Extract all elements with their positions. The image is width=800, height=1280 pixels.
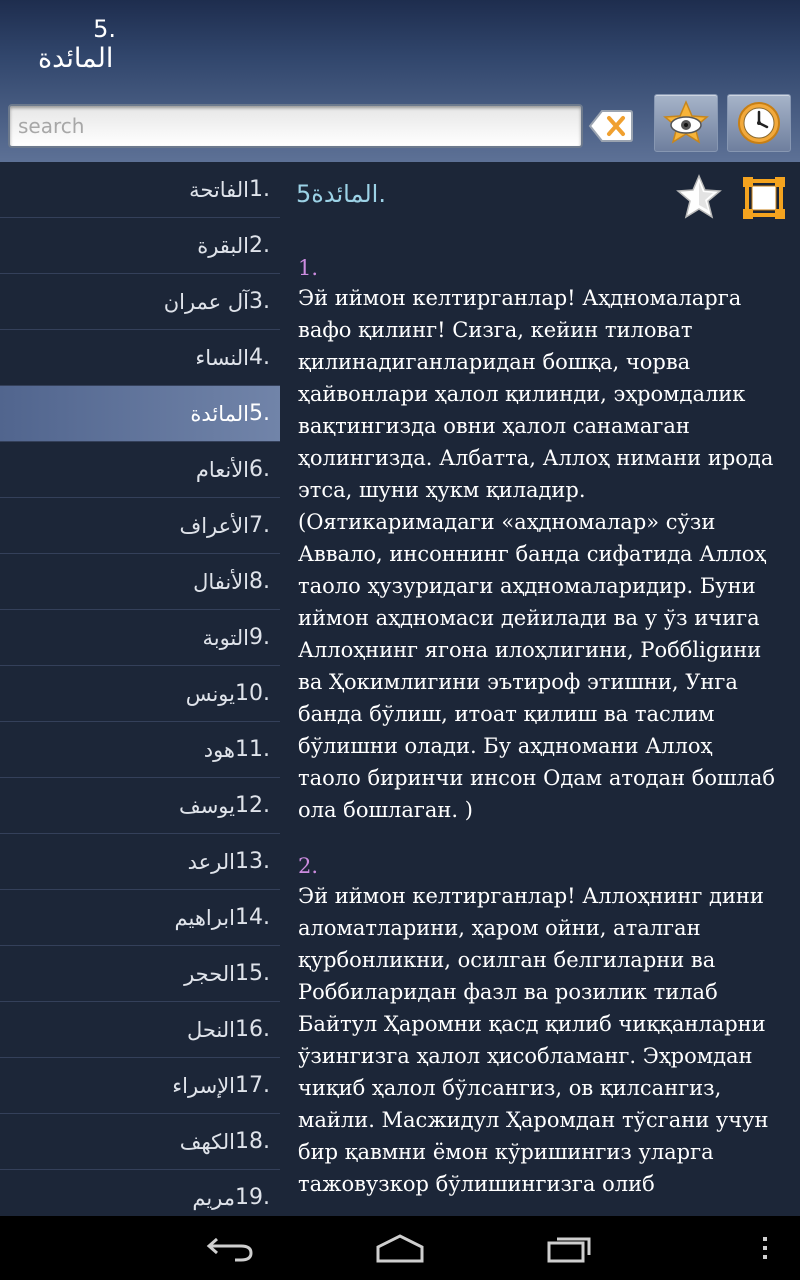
overflow-menu-button[interactable] [750,1230,780,1266]
surah-list-item[interactable]: مريم 19. [0,1170,280,1216]
verse-panel: المائدة5. 1. Эй иймон келтирганлар! Аҳдно… [280,162,800,1216]
surah-name: النساء [195,345,249,370]
surah-list-item[interactable]: التوبة 9. [0,610,280,666]
surah-number: 15. [235,961,270,986]
surah-number: 10. [235,681,270,706]
clock-icon [738,102,780,144]
surah-number: 8. [249,569,270,594]
recent-apps-button[interactable] [540,1230,600,1266]
surah-name: الكهف [179,1129,235,1154]
surah-list-item[interactable]: الحجر 15. [0,946,280,1002]
surah-list-item[interactable]: النحل 16. [0,1002,280,1058]
surah-name: الأنعام [195,457,249,482]
surah-list-item[interactable]: الرعد 13. [0,834,280,890]
surah-list-item[interactable]: الأنفال 8. [0,554,280,610]
verse-panel-surah-name: المائدة [311,180,379,208]
surah-name: ابراهيم [174,905,236,930]
backspace-clear-icon [588,110,633,142]
back-button[interactable] [200,1230,260,1266]
surah-number: 9. [249,625,270,650]
star-icon [676,174,722,219]
search-input[interactable] [8,104,583,148]
surah-number: 5. [249,401,270,426]
surah-name: آل عمران [163,289,249,314]
fullscreen-icon [743,177,785,219]
home-icon [376,1234,424,1263]
system-nav-bar [0,1216,800,1280]
surah-number: 7. [249,513,270,538]
surah-list-item[interactable]: النساء 4. [0,330,280,386]
surah-list-item[interactable]: ابراهيم 14. [0,890,280,946]
surah-name: البقرة [197,233,249,258]
surah-list-item[interactable]: الأعراف 7. [0,498,280,554]
history-button[interactable] [727,94,791,152]
surah-list-item[interactable]: المائدة 5. [0,386,280,442]
surah-number: 4. [249,345,270,370]
verse-number: 2. [298,854,319,878]
surah-name: المائدة [190,401,249,426]
surah-number: 13. [235,849,270,874]
surah-number: 11. [235,737,270,762]
surah-list[interactable]: الفاتحة 1. البقرة 2. آل عمران 3. النساء 4. المائ… [0,162,280,1216]
surah-list-item[interactable]: يوسف 12. [0,778,280,834]
surah-name: الرعد [187,849,235,874]
surah-name: الإسراء [172,1073,235,1098]
fullscreen-button[interactable] [742,176,786,220]
surah-list-item[interactable]: يونس 10. [0,666,280,722]
surah-name: التوبة [202,625,249,650]
surah-list-item[interactable]: الإسراء 17. [0,1058,280,1114]
surah-name: الأنفال [193,569,249,594]
surah-name: يونس [185,681,235,706]
surah-number: 17. [235,1073,270,1098]
surah-number: 6. [249,457,270,482]
verse-text[interactable]: Эй иймон келтирганлар! Аллоҳнинг дини ал… [298,880,778,1200]
surah-list-item[interactable]: هود 11. [0,722,280,778]
surah-list-item[interactable]: الفاتحة 1. [0,162,280,218]
surah-name: الفاتحة [189,177,249,202]
surah-number: 3. [249,289,270,314]
surah-number: 14. [235,905,270,930]
verse-number: 1. [298,256,319,280]
surah-name: يوسف [178,793,235,818]
current-surah-name: المائدة [38,43,114,74]
clear-search-button[interactable] [588,106,634,146]
surah-name: الحجر [184,961,235,986]
surah-number: 16. [235,1017,270,1042]
surah-number: 18. [235,1129,270,1154]
surah-list-item[interactable]: آل عمران 3. [0,274,280,330]
surah-name: النحل [186,1017,235,1042]
surah-list-item[interactable]: الأنعام 6. [0,442,280,498]
surah-name: الأعراف [179,513,249,538]
verse-text[interactable]: Эй иймон келтирганлар! Аҳдномаларга вафо… [298,282,778,826]
surah-name: مريم [192,1185,235,1210]
overflow-menu-icon [763,1237,767,1259]
surah-number: 2. [249,233,270,258]
star-eye-icon [663,100,709,144]
app-header: 5. المائدة [0,0,800,162]
surah-number: 1. [249,177,270,202]
recent-apps-icon [547,1237,591,1263]
surah-list-item[interactable]: الكهف 18. [0,1114,280,1170]
surah-list-item[interactable]: البقرة 2. [0,218,280,274]
home-button[interactable] [370,1230,430,1266]
surah-number: 12. [235,793,270,818]
current-surah-title: 5. المائدة [38,14,138,74]
bookmarks-button[interactable] [654,94,718,152]
verse-panel-title: المائدة5. [288,180,386,208]
verse-list: 1. Эй иймон келтирганлар! Аҳдномаларга ва… [298,254,778,1216]
add-favorite-button[interactable] [676,174,722,220]
surah-name: هود [203,737,235,762]
back-arrow-icon [206,1237,253,1262]
current-surah-number: 5. [93,15,116,43]
surah-number: 19. [235,1185,270,1210]
